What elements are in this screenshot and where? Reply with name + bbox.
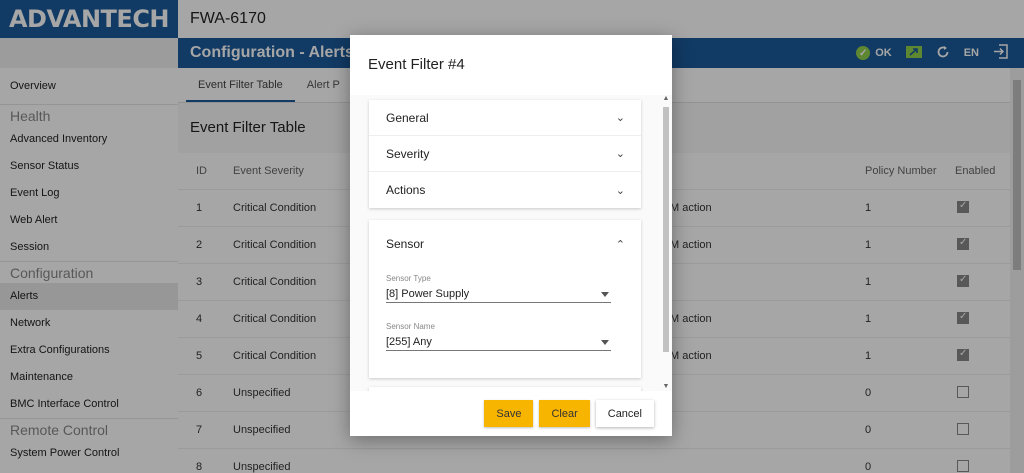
sensor-name-label: Sensor Name (386, 322, 435, 331)
sensor-type-label: Sensor Type (386, 274, 431, 283)
clear-button[interactable]: Clear (539, 400, 590, 427)
dialog-scrollbar[interactable]: ▲ ▼ (662, 95, 670, 391)
sensor-name-select[interactable]: [255] Any (386, 334, 611, 351)
chevron-down-icon: ⌄ (615, 112, 625, 124)
dialog-scrollbar-thumb[interactable] (663, 107, 669, 352)
panel-sensor-header[interactable]: Sensor ⌃ (369, 220, 641, 268)
scroll-up-icon[interactable]: ▲ (662, 95, 670, 103)
panel-actions[interactable]: Actions ⌄ (369, 172, 641, 208)
dropdown-caret-icon (601, 339, 609, 345)
save-button[interactable]: Save (484, 400, 534, 427)
dropdown-caret-icon (601, 291, 609, 297)
chevron-down-icon: ⌄ (615, 148, 625, 160)
chevron-down-icon: ⌄ (615, 184, 625, 197)
sensor-type-field: Sensor Type [8] Power Supply (386, 274, 611, 303)
panel-general[interactable]: General ⌄ (369, 100, 641, 136)
scroll-down-icon[interactable]: ▼ (662, 383, 670, 391)
panel-severity[interactable]: Severity ⌄ (369, 136, 641, 172)
sensor-name-field: Sensor Name [255] Any (386, 322, 611, 351)
chevron-up-icon: ⌃ (615, 238, 625, 251)
accordion-group: General ⌄ Severity ⌄ Actions ⌄ (369, 100, 641, 208)
cancel-button[interactable]: Cancel (595, 400, 654, 427)
dialog-footer: Save Clear Cancel (350, 391, 672, 436)
panel-sensor: Sensor ⌃ Sensor Type [8] Power Supply Se… (369, 220, 641, 378)
dialog-body: General ⌄ Severity ⌄ Actions ⌄ Sensor ⌃ … (350, 95, 672, 391)
event-filter-dialog: Event Filter #4 General ⌄ Severity ⌄ Act… (350, 35, 672, 436)
sensor-type-select[interactable]: [8] Power Supply (386, 286, 611, 303)
dialog-title: Event Filter #4 (368, 56, 465, 73)
